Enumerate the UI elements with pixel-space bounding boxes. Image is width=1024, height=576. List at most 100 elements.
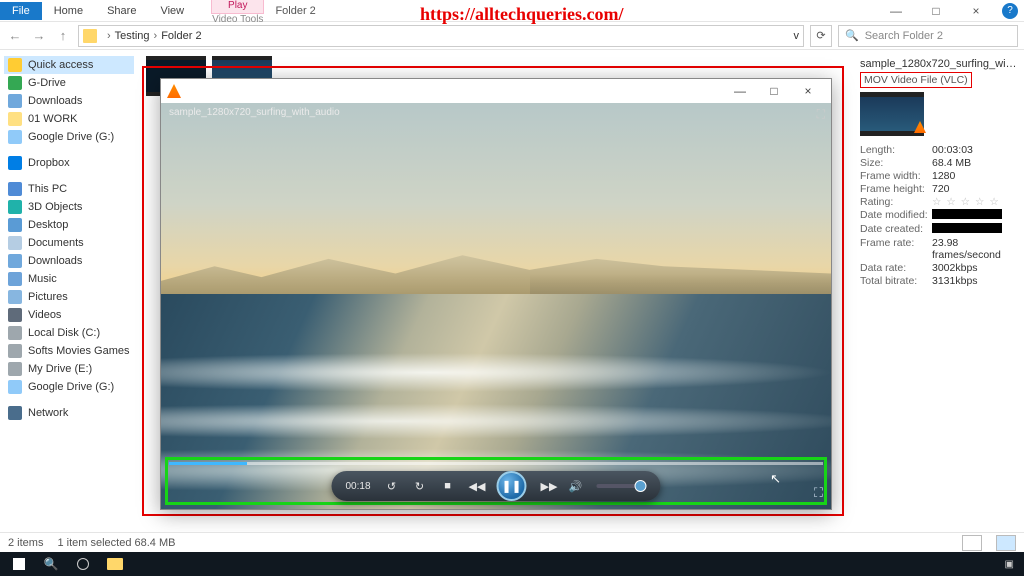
download-icon — [8, 94, 22, 108]
search-placeholder: Search Folder 2 — [865, 30, 943, 42]
sidebar-dropbox[interactable]: Dropbox — [4, 154, 134, 172]
k-datarate: Data rate: — [860, 262, 932, 274]
v-frameheight: 720 — [932, 183, 1018, 195]
k-rating: Rating: — [860, 196, 932, 208]
crumb-dropdown[interactable]: v — [794, 30, 800, 42]
status-selected: 1 item selected 68.4 MB — [57, 537, 175, 549]
v-size: 68.4 MB — [932, 157, 1018, 169]
sidebar-quick-access[interactable]: Quick access — [4, 56, 134, 74]
details-filetype: MOV Video File (VLC) — [860, 72, 972, 88]
redacted — [932, 223, 1002, 233]
crumb-sep: › — [154, 30, 158, 42]
videos-icon — [8, 308, 22, 322]
nav-back[interactable]: ← — [6, 28, 24, 43]
player-close[interactable]: × — [791, 84, 825, 98]
stop-button[interactable]: ■ — [441, 480, 455, 492]
video-caption: sample_1280x720_surfing_with_audio — [169, 107, 340, 118]
maximize-button[interactable]: □ — [916, 4, 956, 18]
status-bar: 2 items 1 item selected 68.4 MB — [0, 532, 1024, 552]
fullscreen-icon[interactable]: ⛶ — [817, 107, 825, 122]
player-minimize[interactable]: — — [723, 84, 757, 98]
sidebar-softs[interactable]: Softs Movies Games — [4, 342, 134, 360]
search-box[interactable]: 🔍 Search Folder 2 — [838, 25, 1018, 47]
vlc-badge-icon — [914, 121, 926, 133]
pause-button[interactable]: ❚❚ — [497, 471, 527, 501]
nav-bar: ← → ↑ › Testing › Folder 2 v ⟳ 🔍 Search … — [0, 22, 1024, 50]
nav-forward[interactable]: → — [30, 28, 48, 43]
k-totalbitrate: Total bitrate: — [860, 275, 932, 287]
player-maximize[interactable]: □ — [757, 84, 791, 98]
breadcrumb[interactable]: › Testing › Folder 2 v — [78, 25, 804, 47]
sidebar-thispc[interactable]: This PC — [4, 180, 134, 198]
volume-button[interactable]: 🔊 — [569, 480, 583, 493]
disk-icon — [8, 362, 22, 376]
next-button[interactable]: ▶▶ — [541, 480, 555, 493]
repeat-button[interactable]: ↻ — [413, 480, 427, 493]
crumb-testing[interactable]: Testing — [115, 30, 150, 42]
crumb-folder2[interactable]: Folder 2 — [161, 30, 201, 42]
status-items: 2 items — [8, 537, 43, 549]
sidebar-3dobjects[interactable]: 3D Objects — [4, 198, 134, 216]
taskbar-explorer[interactable] — [100, 554, 130, 574]
details-filename: sample_1280x720_surfing_with... — [860, 58, 1018, 70]
sidebar-downloads2[interactable]: Downloads — [4, 252, 134, 270]
help-button[interactable]: ? — [1002, 3, 1018, 19]
ribbon-home[interactable]: Home — [42, 2, 95, 20]
sidebar-music[interactable]: Music — [4, 270, 134, 288]
ribbon-play[interactable]: Play — [211, 0, 264, 14]
progress-bar[interactable] — [169, 462, 823, 465]
ribbon-file[interactable]: File — [0, 2, 42, 20]
media-player-window: — □ × sample_1280x720_surfing_with_audio… — [160, 78, 832, 510]
drive-icon — [8, 130, 22, 144]
previous-button[interactable]: ◀◀ — [469, 480, 483, 493]
sidebar-gdrive[interactable]: G-Drive — [4, 74, 134, 92]
sidebar-desktop[interactable]: Desktop — [4, 216, 134, 234]
sidebar-downloads[interactable]: Downloads — [4, 92, 134, 110]
sidebar-work[interactable]: 01 WORK — [4, 110, 134, 128]
network-icon — [8, 406, 22, 420]
start-button[interactable] — [4, 554, 34, 574]
sidebar-gdisk[interactable]: Google Drive (G:) — [4, 128, 134, 146]
minimize-button[interactable]: — — [876, 4, 916, 18]
shuffle-button[interactable]: ↺ — [385, 480, 399, 493]
taskbar-cortana[interactable] — [68, 554, 98, 574]
v-datarate: 3002kbps — [932, 262, 1018, 274]
k-datecreated: Date created: — [860, 223, 932, 236]
refresh-button[interactable]: ⟳ — [810, 25, 832, 47]
folder-icon — [83, 29, 97, 43]
tray-icon[interactable]: ▣ — [999, 559, 1020, 570]
volume-slider[interactable] — [597, 484, 647, 488]
redacted — [932, 209, 1002, 219]
dropbox-icon — [8, 156, 22, 170]
video-canvas[interactable]: sample_1280x720_surfing_with_audio ⛶ 00:… — [161, 103, 831, 509]
music-icon — [8, 272, 22, 286]
overlay-url: https://alltechqueries.com/ — [420, 4, 623, 25]
sidebar-localdisk[interactable]: Local Disk (C:) — [4, 324, 134, 342]
close-button[interactable]: × — [956, 4, 996, 18]
pictures-icon — [8, 290, 22, 304]
taskbar-search[interactable]: 🔍 — [36, 554, 66, 574]
v-framerate: 23.98 frames/second — [932, 237, 1018, 261]
sidebar-videos[interactable]: Videos — [4, 306, 134, 324]
k-length: Length: — [860, 144, 932, 156]
sidebar-pictures[interactable]: Pictures — [4, 288, 134, 306]
taskbar: 🔍 ▣ — [0, 552, 1024, 576]
nav-sidebar: Quick access G-Drive Downloads 01 WORK G… — [0, 50, 138, 520]
disk-icon — [8, 326, 22, 340]
view-details-button[interactable] — [962, 535, 982, 551]
k-datemodified: Date modified: — [860, 209, 932, 222]
v-rating[interactable]: ☆ ☆ ☆ ☆ ☆ — [932, 196, 1018, 208]
fullscreen-corner-icon[interactable]: ⛶ — [814, 485, 823, 501]
sidebar-gdisk2[interactable]: Google Drive (G:) — [4, 378, 134, 396]
window-title: Folder 2 — [275, 5, 315, 17]
nav-up[interactable]: ↑ — [54, 28, 72, 43]
ribbon-view[interactable]: View — [148, 2, 196, 20]
sidebar-network[interactable]: Network — [4, 404, 134, 422]
ribbon-share[interactable]: Share — [95, 2, 148, 20]
star-icon — [8, 58, 22, 72]
sidebar-mydrive[interactable]: My Drive (E:) — [4, 360, 134, 378]
view-thumbs-button[interactable] — [996, 535, 1016, 551]
sidebar-documents[interactable]: Documents — [4, 234, 134, 252]
desktop-icon — [8, 218, 22, 232]
cursor-icon: ↖ — [770, 471, 781, 487]
